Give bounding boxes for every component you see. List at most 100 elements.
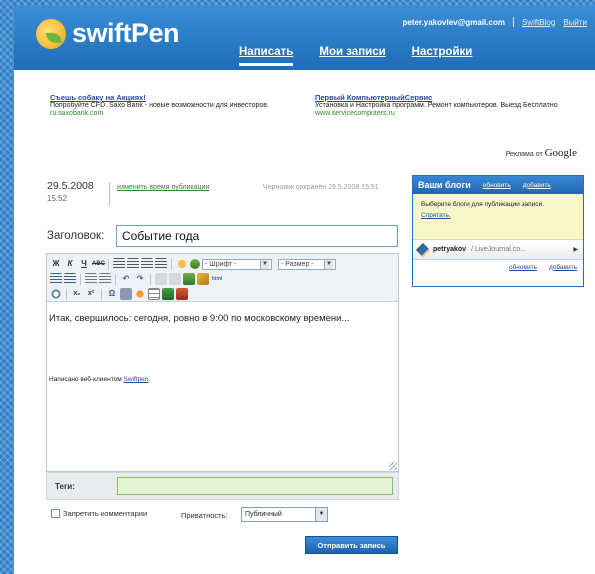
- divider: [66, 288, 67, 300]
- font-size-select[interactable]: - Размер - ▼: [278, 258, 336, 270]
- horizontal-rule-icon[interactable]: [148, 288, 160, 300]
- blogs-add-link[interactable]: добавить: [523, 182, 551, 189]
- toolbar-row: ↶ ↷ html: [50, 272, 223, 286]
- signature-prefix: Написано веб-клиентом: [49, 376, 124, 383]
- insert-date-icon[interactable]: [176, 288, 188, 300]
- logo[interactable]: swiftPen: [36, 18, 180, 49]
- ad-title[interactable]: Первый КомпьютерныйСервис: [315, 94, 580, 102]
- align-left-icon[interactable]: [113, 258, 125, 270]
- logo-text: swiftPen: [72, 18, 180, 48]
- divider: [115, 273, 116, 285]
- title-input[interactable]: [116, 225, 398, 247]
- user-email: peter.yakovlev@gmail.com: [402, 17, 505, 27]
- post-date: 29.5.2008: [47, 180, 94, 192]
- divider: [80, 273, 81, 285]
- signature: Написано веб-клиентом Swiftpen.: [49, 376, 150, 383]
- change-time-link[interactable]: изменить время публикации: [117, 184, 209, 191]
- blogs-hint: Выберите блоги для публикации записи. Сп…: [413, 194, 583, 240]
- blogs-panel-header: Ваши блоги обновить добавить: [413, 176, 583, 194]
- divider: [171, 258, 172, 270]
- align-justify-icon[interactable]: [155, 258, 167, 270]
- outdent-icon[interactable]: [85, 273, 97, 285]
- toolbar-row: x₂ x² Ω: [50, 287, 188, 301]
- privacy-select[interactable]: Публичный ▼: [241, 507, 328, 522]
- swiftpen-logo-icon: [36, 18, 66, 49]
- ad-text: Попробуйте CFD. Saxo Bank - новые возмож…: [50, 102, 269, 109]
- blog-name: petryakov: [433, 246, 467, 253]
- emoticon-icon[interactable]: [176, 258, 188, 270]
- divider: [150, 273, 151, 285]
- blogs-refresh-link[interactable]: обновить: [483, 182, 511, 189]
- rich-text-editor: Ж К Ч ABC - Шрифт - ▼ - Размер - ▼ ↶ ↷ h…: [46, 253, 399, 472]
- blogs-panel-footer: обновить добавить: [413, 260, 583, 274]
- toolbar-row: Ж К Ч ABC - Шрифт - ▼ - Размер - ▼: [50, 257, 336, 271]
- anchor-icon[interactable]: [120, 288, 132, 300]
- strikethrough-button[interactable]: ABC: [92, 258, 105, 270]
- disable-comments-checkbox[interactable]: [51, 509, 60, 518]
- main-nav: Написать Мои записи Настройки: [239, 46, 472, 66]
- blogs-title: Ваши блоги: [418, 180, 471, 190]
- special-char-icon[interactable]: Ω: [106, 288, 118, 300]
- superscript-icon[interactable]: x²: [85, 288, 97, 300]
- signature-suffix: .: [148, 376, 151, 383]
- draft-saved-status: Черновик сохранён 29.5.2008 15:51: [263, 184, 379, 191]
- divider: [109, 182, 110, 206]
- unlink-icon[interactable]: [169, 273, 181, 285]
- redo-icon[interactable]: ↷: [134, 273, 146, 285]
- table-icon[interactable]: [162, 288, 174, 300]
- swiftblog-link[interactable]: SwiftBlog: [522, 18, 555, 27]
- editor-content[interactable]: Итак, свершилось: сегодня, ровно в 9:00 …: [47, 303, 398, 455]
- google-brand: Google: [544, 147, 577, 159]
- chevron-down-icon: ▼: [315, 508, 327, 521]
- ad-title[interactable]: Съешь собаку на Акциях!: [50, 94, 285, 102]
- logout-link[interactable]: Выйти: [563, 18, 587, 27]
- blog-host: / LiveJournal.co...: [471, 246, 526, 253]
- italic-button[interactable]: К: [64, 258, 76, 270]
- image-icon[interactable]: [183, 273, 195, 285]
- publish-date-row: 29.5.2008 15:52 изменить время публикаци…: [47, 180, 397, 210]
- title-label: Заголовок:: [47, 230, 105, 242]
- ad-url[interactable]: www.servicecomputers.ru: [315, 110, 580, 118]
- nav-write[interactable]: Написать: [239, 46, 294, 66]
- google-ads-label[interactable]: Реклама от Google: [506, 147, 577, 159]
- blogs-hint-text: Выберите блоги для публикации записи.: [421, 201, 544, 208]
- find-icon[interactable]: [50, 288, 62, 300]
- ad-url[interactable]: ru.saxobank.com: [50, 110, 285, 118]
- tags-bar: Теги:: [46, 472, 399, 500]
- nav-my-posts[interactable]: Мои записи: [319, 46, 385, 66]
- bold-button[interactable]: Ж: [50, 258, 62, 270]
- align-center-icon[interactable]: [127, 258, 139, 270]
- nav-settings[interactable]: Настройки: [412, 46, 473, 66]
- blogs-add-link[interactable]: добавить: [549, 264, 577, 271]
- cleanup-icon[interactable]: [197, 273, 209, 285]
- blogs-refresh-link[interactable]: обновить: [509, 264, 537, 271]
- resize-handle[interactable]: [389, 462, 397, 470]
- chevron-right-icon[interactable]: ▶: [573, 246, 578, 253]
- numbered-list-icon[interactable]: [64, 273, 76, 285]
- tags-input[interactable]: [117, 477, 393, 495]
- blogs-panel: Ваши блоги обновить добавить Выберите бл…: [412, 175, 584, 287]
- blog-list-item[interactable]: petryakov / LiveJournal.co... ▶: [413, 240, 583, 260]
- undo-icon[interactable]: ↶: [120, 273, 132, 285]
- link-icon[interactable]: [155, 273, 167, 285]
- subscript-icon[interactable]: x₂: [71, 288, 83, 300]
- tags-label: Теги:: [55, 482, 75, 491]
- bullet-list-icon[interactable]: [50, 273, 62, 285]
- disable-comments-option[interactable]: Запретить комментарии: [51, 509, 147, 518]
- disable-comments-label: Запретить комментарии: [63, 509, 148, 518]
- text-color-icon[interactable]: [190, 259, 200, 269]
- indent-icon[interactable]: [99, 273, 111, 285]
- header: swiftPen peter.yakovlev@gmail.com SwiftB…: [14, 6, 595, 70]
- privacy-select-value: Публичный: [245, 511, 282, 518]
- ad-item: Первый КомпьютерныйСервис Установка и На…: [315, 94, 580, 118]
- underline-button[interactable]: Ч: [78, 258, 90, 270]
- swiftpen-link[interactable]: Swiftpen: [123, 376, 148, 383]
- html-icon[interactable]: html: [211, 273, 223, 285]
- submit-post-button[interactable]: Отправить запись: [305, 536, 398, 554]
- editor-toolbar: Ж К Ч ABC - Шрифт - ▼ - Размер - ▼ ↶ ↷ h…: [47, 254, 398, 302]
- font-family-select[interactable]: - Шрифт - ▼: [202, 258, 272, 270]
- hide-hint-link[interactable]: Спрятать.: [421, 212, 575, 220]
- media-icon[interactable]: [134, 288, 146, 300]
- font-select-value: - Шрифт -: [205, 260, 237, 268]
- align-right-icon[interactable]: [141, 258, 153, 270]
